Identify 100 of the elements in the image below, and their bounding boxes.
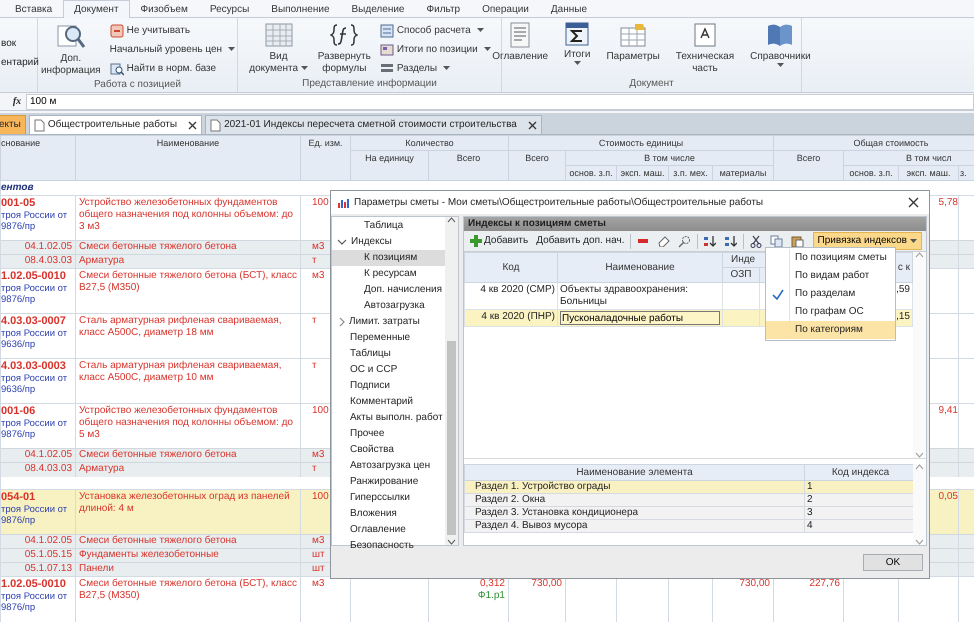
section-title: ентов bbox=[2, 182, 34, 193]
nav-item[interactable]: Автозагрузка цен bbox=[332, 458, 445, 474]
ribbon-button[interactable]: Начальный уровень цен bbox=[108, 41, 238, 58]
column-header: На единицу bbox=[350, 150, 428, 180]
ribbon-button[interactable]: Итоги bbox=[558, 20, 596, 68]
nav-item[interactable]: К ресурсам bbox=[332, 266, 445, 282]
nav-item[interactable]: Автозагрузка bbox=[332, 298, 445, 314]
table-cell: Раздел 1. Устройство ограды bbox=[475, 482, 610, 492]
column-header: з.п. мех. bbox=[668, 166, 712, 180]
table-cell: Панели bbox=[76, 562, 300, 576]
ribbon-tab[interactable]: Выполнение bbox=[260, 0, 340, 18]
sort-icon bbox=[703, 234, 716, 248]
ribbon-tab[interactable]: Вставка bbox=[4, 0, 64, 18]
table-cell: 04.1.02.05 bbox=[24, 242, 72, 252]
code-text: 1.02.05-0010 bbox=[2, 270, 67, 283]
ribbon-button[interactable]: Справочники bbox=[744, 20, 817, 70]
scrollbar[interactable] bbox=[913, 464, 926, 545]
table-cell: м3 bbox=[312, 450, 324, 460]
toolbar-button[interactable]: Добавить доп. нач. bbox=[534, 232, 626, 250]
nav-item[interactable]: Индексы bbox=[332, 234, 445, 250]
column-header: Количество bbox=[350, 136, 508, 150]
ribbon-button[interactable]: Не учитывать bbox=[108, 22, 238, 39]
group-label: Работа с позицией bbox=[92, 79, 182, 92]
edit-field[interactable]: Пусконаладочные работы bbox=[560, 311, 720, 326]
note-text: Ф1.р1 bbox=[478, 590, 505, 601]
table-cell: м3 bbox=[312, 578, 324, 589]
nav-item[interactable]: Таблицы bbox=[332, 346, 445, 362]
nav-item[interactable]: ОС и ССР bbox=[332, 362, 445, 378]
nav-item[interactable]: Переменные bbox=[332, 330, 445, 346]
formula-field[interactable]: 100 м bbox=[26, 94, 974, 110]
close-icon bbox=[188, 120, 198, 130]
nav-item[interactable]: Акты выполн. работ bbox=[332, 410, 445, 426]
nav-item[interactable]: Прочее bbox=[332, 426, 445, 442]
nav-item[interactable]: Свойства bbox=[332, 442, 445, 458]
table-cell: 08.4.03.03 bbox=[24, 464, 72, 474]
formula-icon bbox=[330, 22, 358, 48]
close-icon[interactable] bbox=[908, 197, 919, 208]
table-cell: Раздел 2. Окна bbox=[475, 494, 546, 506]
code-text: 054-01 bbox=[2, 491, 36, 504]
scroll-down-icon bbox=[915, 539, 924, 545]
totals-icon bbox=[380, 42, 394, 56]
document-icon bbox=[210, 118, 222, 132]
nav-item[interactable]: Гиперссылки bbox=[332, 490, 445, 506]
document-tab[interactable]: 2021-01 Индексы пересчета сметной стоимости строительства bbox=[205, 115, 542, 134]
document-tab[interactable]: Общестроительные работы bbox=[28, 115, 202, 134]
sort-icon bbox=[724, 234, 738, 248]
ribbon-tab[interactable]: Операции bbox=[471, 0, 540, 18]
ribbon-button[interactable]: Доп. информация bbox=[38, 20, 104, 79]
menu-item[interactable]: По категориям bbox=[766, 321, 895, 339]
toolbar-button[interactable]: Добавить bbox=[468, 232, 530, 250]
ribbon-button[interactable]: Вид документа bbox=[246, 20, 311, 77]
column-header: эксп. маш. bbox=[616, 166, 668, 180]
scrollbar[interactable] bbox=[445, 217, 458, 545]
column-header: ОЗП bbox=[722, 268, 760, 283]
column-header: Всего bbox=[508, 150, 566, 180]
table-cell: м3 bbox=[312, 536, 324, 546]
ribbon-tab[interactable]: Данные bbox=[540, 0, 598, 18]
formula-label: fx bbox=[12, 96, 22, 108]
table-cell: Сталь арматурная рифленая свариваемая, класс А500С, диаметр 10 мм bbox=[76, 358, 300, 404]
caret-icon bbox=[776, 63, 784, 68]
nav-item[interactable]: Комментарий bbox=[332, 394, 445, 410]
code-text: 4.03.03-0007 bbox=[2, 315, 67, 328]
nav-item[interactable]: К позициям bbox=[332, 250, 445, 266]
column-header: Наименование bbox=[76, 136, 300, 180]
caret-icon bbox=[300, 66, 308, 71]
group-label: Документ bbox=[628, 78, 675, 91]
column-header: снование bbox=[0, 136, 76, 180]
table-cell: 100 bbox=[312, 491, 329, 502]
nav-item[interactable]: Доп. начисления bbox=[332, 282, 445, 298]
nav-item[interactable]: Подписи bbox=[332, 378, 445, 394]
basis-text: троя России от 9636/пр bbox=[2, 328, 68, 350]
table-cell: Фундаменты железобетонные bbox=[76, 548, 300, 562]
nav-item[interactable]: Ранжирование bbox=[332, 474, 445, 490]
nav-item[interactable]: Вложения bbox=[332, 506, 445, 522]
ribbon-tab[interactable]: Ресурсы bbox=[198, 0, 260, 18]
nav-item[interactable]: Оглавление bbox=[332, 522, 445, 538]
caret-icon bbox=[910, 238, 917, 244]
nav-item[interactable]: Безопасность bbox=[332, 538, 445, 554]
ribbon-button[interactable]: Найти в норм. базе bbox=[108, 60, 238, 77]
table-cell: Раздел 3. Установка кондиционера bbox=[475, 508, 638, 518]
ribbon-tab[interactable]: Выделение bbox=[340, 0, 416, 18]
table-cell: Смеси бетонные тяжелого бетона bbox=[76, 448, 300, 462]
ok-button[interactable]: OK bbox=[863, 554, 923, 570]
ribbon-tab[interactable]: Документ bbox=[63, 0, 130, 18]
ribbon-button[interactable]: Техническая часть bbox=[670, 20, 740, 77]
menu-item[interactable]: По разделам bbox=[766, 285, 895, 303]
caret-icon bbox=[228, 47, 236, 52]
ribbon-tab[interactable]: Физобъем bbox=[130, 0, 199, 18]
ribbon-button[interactable]: Развернуть формулы bbox=[314, 20, 374, 77]
caret-icon bbox=[443, 66, 450, 71]
ribbon-tab[interactable]: Фильтр bbox=[416, 0, 472, 18]
nav-item[interactable]: Таблица bbox=[332, 218, 445, 234]
chevron-down-icon bbox=[337, 239, 347, 245]
table-icon bbox=[264, 22, 294, 48]
scroll-down-icon bbox=[915, 452, 924, 458]
table-cell: 04.1.02.05 bbox=[24, 450, 72, 460]
table-cell: т bbox=[312, 256, 317, 266]
nav-item[interactable]: Лимит. затраты bbox=[332, 314, 445, 330]
scrollbar[interactable] bbox=[913, 252, 926, 458]
ribbon-button[interactable]: Параметры bbox=[600, 20, 666, 65]
